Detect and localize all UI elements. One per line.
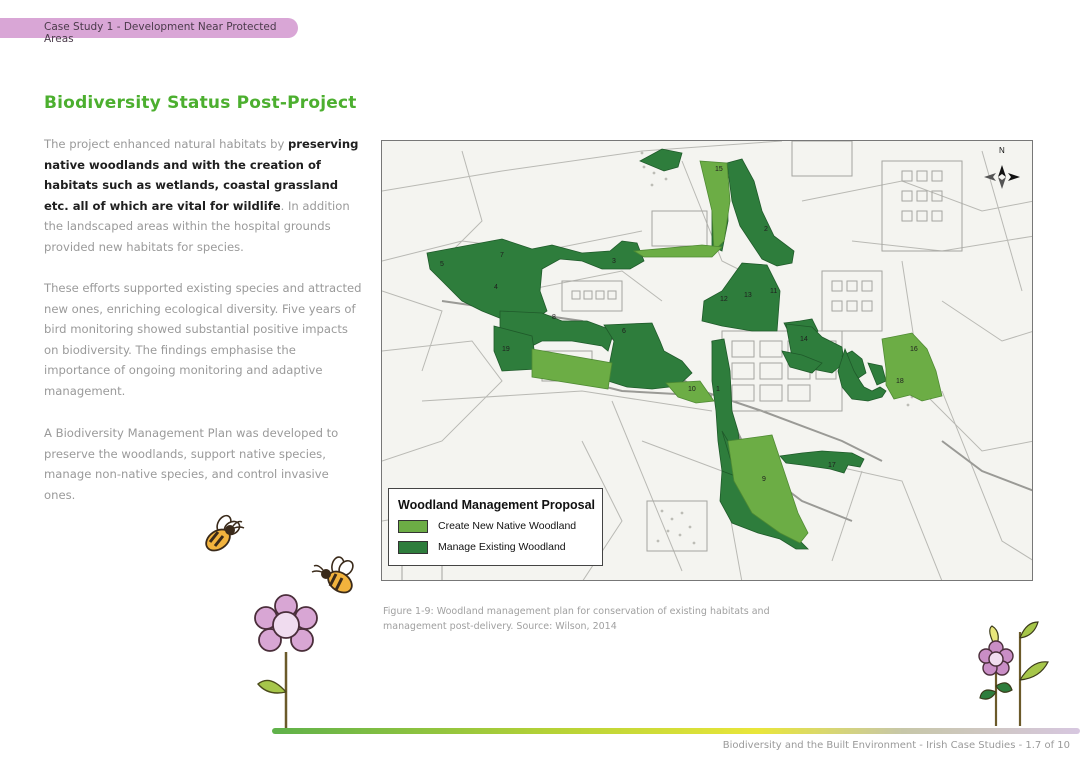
paragraph-habitats: The project enhanced natural habitats by… [44,134,362,257]
woodland-map: 15 7 5 4 8 6 3 12 13 11 2 14 16 10 1 9 1… [381,140,1033,581]
paragraph-habitats-intro: The project enhanced natural habitats by [44,137,288,151]
paragraph-monitoring: These efforts supported existing species… [44,281,362,398]
area-label: 16 [910,346,918,353]
area-label: 19 [502,346,510,353]
north-label: N [999,146,1005,155]
legend-label-new: Create New Native Woodland [438,520,577,532]
case-study-tab: Case Study 1 - Development Near Protecte… [0,18,298,45]
page-title: Biodiversity Status Post-Project [44,93,357,113]
area-label: 9 [762,476,766,483]
north-arrow-icon: N [984,146,1020,189]
map-legend: Woodland Management Proposal Create New … [388,488,603,566]
area-label: 12 [720,296,728,303]
area-label: 2 [764,226,768,233]
flower-icon [254,594,318,728]
area-label: 4 [494,284,498,291]
area-label: 14 [800,336,808,343]
area-label: 1 [716,386,720,393]
legend-title: Woodland Management Proposal [398,498,596,512]
area-label: 17 [828,462,836,469]
paragraph-management-plan: A Biodiversity Management Plan was devel… [44,426,339,502]
legend-swatch-new [398,520,428,533]
area-label: 5 [440,261,444,268]
area-label: 18 [896,378,904,385]
footer-color-bar [272,728,1080,734]
case-study-label: Case Study 1 - Development Near Protecte… [44,21,277,45]
area-label: 13 [744,292,752,299]
figure-caption: Figure 1-9: Woodland management plan for… [383,606,770,632]
area-label: 10 [688,386,696,393]
area-label: 7 [500,252,504,259]
new-woodland-areas [531,160,943,544]
bee-icon [205,514,245,552]
area-label: 3 [612,258,616,265]
legend-label-existing: Manage Existing Woodland [438,541,566,553]
legend-swatch-existing [398,541,428,554]
small-flower-icon [978,621,1049,726]
footer-text: Biodiversity and the Built Environment -… [722,740,1070,751]
area-label: 6 [622,328,626,335]
area-label: 15 [715,166,723,173]
area-label: 8 [552,314,556,321]
area-label: 11 [770,288,777,295]
